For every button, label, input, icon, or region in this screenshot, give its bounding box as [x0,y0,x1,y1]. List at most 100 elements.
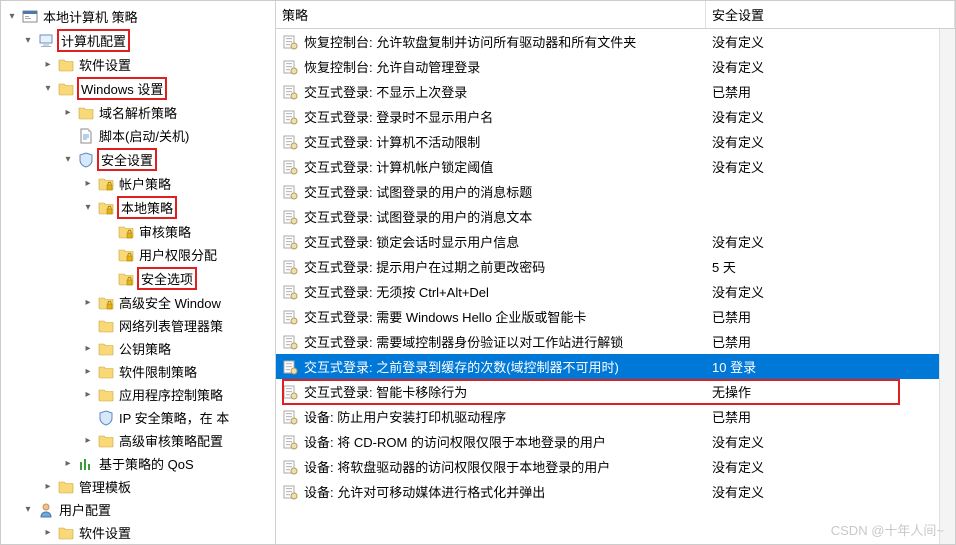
policy-row[interactable]: 设备: 允许对可移动媒体进行格式化并弹出没有定义 [276,479,955,504]
column-header-policy[interactable]: 策略 [276,1,706,28]
policy-item-icon [282,159,298,175]
tree-spacer [61,129,75,143]
tree-windows-settings[interactable]: ▾ Windows 设置 [3,76,273,101]
tree-dns-policy[interactable]: ▸ 域名解析策略 [3,101,273,124]
policy-list-panel[interactable]: 策略 安全设置 恢复控制台: 允许软盘复制并访问所有驱动器和所有文件夹没有定义恢… [276,1,955,544]
policy-row[interactable]: 设备: 将 CD-ROM 的访问权限仅限于本地登录的用户没有定义 [276,429,955,454]
tree-computer-config[interactable]: ▾ 计算机配置 [3,28,273,53]
policy-row[interactable]: 恢复控制台: 允许自动管理登录没有定义 [276,54,955,79]
policy-name: 交互式登录: 试图登录的用户的消息标题 [304,182,712,201]
policy-name: 交互式登录: 登录时不显示用户名 [304,107,712,126]
column-header-setting[interactable]: 安全设置 [706,1,955,28]
shield-icon [98,410,114,426]
tree-label: IP 安全策略，在 本 [117,407,231,428]
policy-row[interactable]: 设备: 将软盘驱动器的访问权限仅限于本地登录的用户没有定义 [276,454,955,479]
policy-row[interactable]: 交互式登录: 计算机不活动限制没有定义 [276,129,955,154]
tree-label: 公钥策略 [117,338,173,359]
policy-item-icon [282,84,298,100]
tree-qos[interactable]: ▸ 基于策略的 QoS [3,452,273,475]
policy-row[interactable]: 交互式登录: 提示用户在过期之前更改密码5 天 [276,254,955,279]
tree-advanced-firewall[interactable]: ▸ 高级安全 Window [3,291,273,314]
policy-setting: 没有定义 [712,232,949,251]
chevron-right-icon[interactable]: ▸ [41,58,55,72]
folder-icon [98,341,114,357]
tree-local-policy[interactable]: ▾ 本地策略 [3,195,273,220]
tree-root[interactable]: ▾ 本地计算机 策略 [3,5,273,28]
tree-spacer [101,248,115,262]
policy-setting: 没有定义 [712,432,949,451]
tree-scripts[interactable]: 脚本(启动/关机) [3,124,273,147]
tree-user-config[interactable]: ▾ 用户配置 [3,498,273,521]
chevron-right-icon[interactable]: ▸ [81,342,95,356]
chevron-right-icon[interactable]: ▸ [61,457,75,471]
chevron-right-icon[interactable]: ▸ [41,526,55,540]
policy-row[interactable]: 交互式登录: 无须按 Ctrl+Alt+Del没有定义 [276,279,955,304]
tree-panel[interactable]: ▾ 本地计算机 策略 ▾ 计算机配置 ▸ 软件设置 ▾ Windows 设置 ▸… [1,1,276,544]
folder-lock-icon [98,200,114,216]
policy-item-icon [282,134,298,150]
policy-name: 设备: 将 CD-ROM 的访问权限仅限于本地登录的用户 [304,432,712,451]
policy-item-icon [282,359,298,375]
scrollbar[interactable] [939,21,955,544]
chevron-down-icon[interactable]: ▾ [61,153,75,167]
tree-public-key[interactable]: ▸ 公钥策略 [3,337,273,360]
chevron-right-icon[interactable]: ▸ [61,106,75,120]
tree-user-rights[interactable]: 用户权限分配 [3,243,273,266]
policy-item-icon [282,284,298,300]
policy-name: 交互式登录: 锁定会话时显示用户信息 [304,232,712,251]
folder-lock-icon [98,295,114,311]
chevron-right-icon[interactable]: ▸ [81,365,95,379]
tree-software-restriction[interactable]: ▸ 软件限制策略 [3,360,273,383]
policy-row[interactable]: 交互式登录: 登录时不显示用户名没有定义 [276,104,955,129]
tree-label: 帐户策略 [117,173,173,194]
chevron-right-icon[interactable]: ▸ [81,177,95,191]
tree-security-options[interactable]: 安全选项 [3,266,273,291]
policy-item-icon [282,384,298,400]
tree-account-policy[interactable]: ▸ 帐户策略 [3,172,273,195]
chevron-down-icon[interactable]: ▾ [41,82,55,96]
policy-row[interactable]: 交互式登录: 试图登录的用户的消息标题 [276,179,955,204]
policy-row[interactable]: 交互式登录: 不显示上次登录已禁用 [276,79,955,104]
tree-label: 域名解析策略 [97,102,179,123]
chevron-right-icon[interactable]: ▸ [81,434,95,448]
policy-name: 交互式登录: 计算机不活动限制 [304,132,712,151]
tree-label: 脚本(启动/关机) [97,125,191,146]
tree-spacer [81,411,95,425]
tree-software-settings[interactable]: ▸ 软件设置 [3,53,273,76]
tree-admin-templates[interactable]: ▸ 管理模板 [3,475,273,498]
tree-audit-policy[interactable]: 审核策略 [3,220,273,243]
policy-row[interactable]: 交互式登录: 需要 Windows Hello 企业版或智能卡已禁用 [276,304,955,329]
tree-label: 应用程序控制策略 [117,384,225,405]
policy-item-icon [282,34,298,50]
policy-name: 设备: 将软盘驱动器的访问权限仅限于本地登录的用户 [304,457,712,476]
chevron-right-icon[interactable]: ▸ [81,388,95,402]
tree-network-list[interactable]: 网络列表管理器策 [3,314,273,337]
tree-ipsec[interactable]: IP 安全策略，在 本 [3,406,273,429]
tree-security-settings[interactable]: ▾ 安全设置 [3,147,273,172]
chevron-down-icon[interactable]: ▾ [81,201,95,215]
policy-setting: 无操作 [712,382,949,401]
policy-row[interactable]: 交互式登录: 试图登录的用户的消息文本 [276,204,955,229]
policy-row[interactable]: 交互式登录: 锁定会话时显示用户信息没有定义 [276,229,955,254]
policy-row[interactable]: 设备: 防止用户安装打印机驱动程序已禁用 [276,404,955,429]
tree-app-control[interactable]: ▸ 应用程序控制策略 [3,383,273,406]
chevron-down-icon[interactable]: ▾ [5,10,19,24]
policy-row[interactable]: 交互式登录: 之前登录到缓存的次数(域控制器不可用时)10 登录 [276,354,955,379]
chevron-right-icon[interactable]: ▸ [81,296,95,310]
list-header: 策略 安全设置 [276,1,955,29]
folder-icon [78,105,94,121]
policy-row[interactable]: 恢复控制台: 允许软盘复制并访问所有驱动器和所有文件夹没有定义 [276,29,955,54]
tree-user-software-settings[interactable]: ▸ 软件设置 [3,521,273,544]
policy-row[interactable]: 交互式登录: 需要域控制器身份验证以对工作站进行解锁已禁用 [276,329,955,354]
policy-setting: 没有定义 [712,157,949,176]
chevron-down-icon[interactable]: ▾ [21,34,35,48]
tree-advanced-audit[interactable]: ▸ 高级审核策略配置 [3,429,273,452]
folder-icon [58,57,74,73]
chevron-right-icon[interactable]: ▸ [41,480,55,494]
policy-setting: 没有定义 [712,107,949,126]
policy-row[interactable]: 交互式登录: 智能卡移除行为无操作 [276,379,955,404]
policy-row[interactable]: 交互式登录: 计算机帐户锁定阈值没有定义 [276,154,955,179]
chevron-down-icon[interactable]: ▾ [21,503,35,517]
watermark: CSDN @十年人间~ [831,520,944,539]
policy-name: 设备: 防止用户安装打印机驱动程序 [304,407,712,426]
